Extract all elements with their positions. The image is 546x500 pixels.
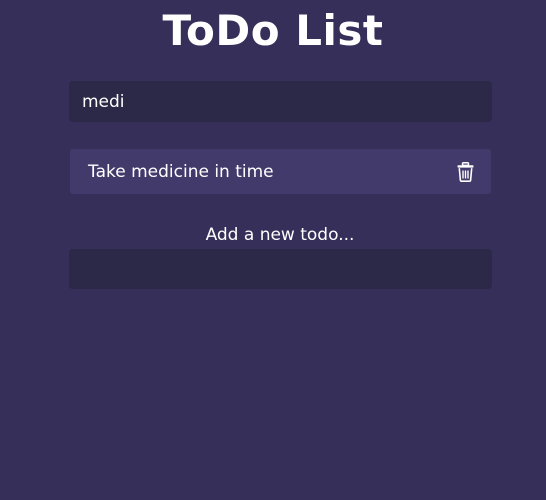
todo-item-text: Take medicine in time [88, 161, 274, 182]
search-input[interactable] [69, 81, 492, 122]
add-todo-label: Add a new todo... [205, 225, 355, 245]
add-todo-input[interactable] [69, 249, 492, 289]
list-item: Take medicine in time [70, 149, 491, 194]
page-title: ToDo List [162, 6, 384, 55]
trash-icon [457, 161, 473, 182]
delete-todo-button[interactable] [455, 161, 475, 183]
todo-app: { "header": { "title": "ToDo List" }, "s… [0, 0, 546, 500]
todo-list: Take medicine in time [70, 149, 491, 204]
